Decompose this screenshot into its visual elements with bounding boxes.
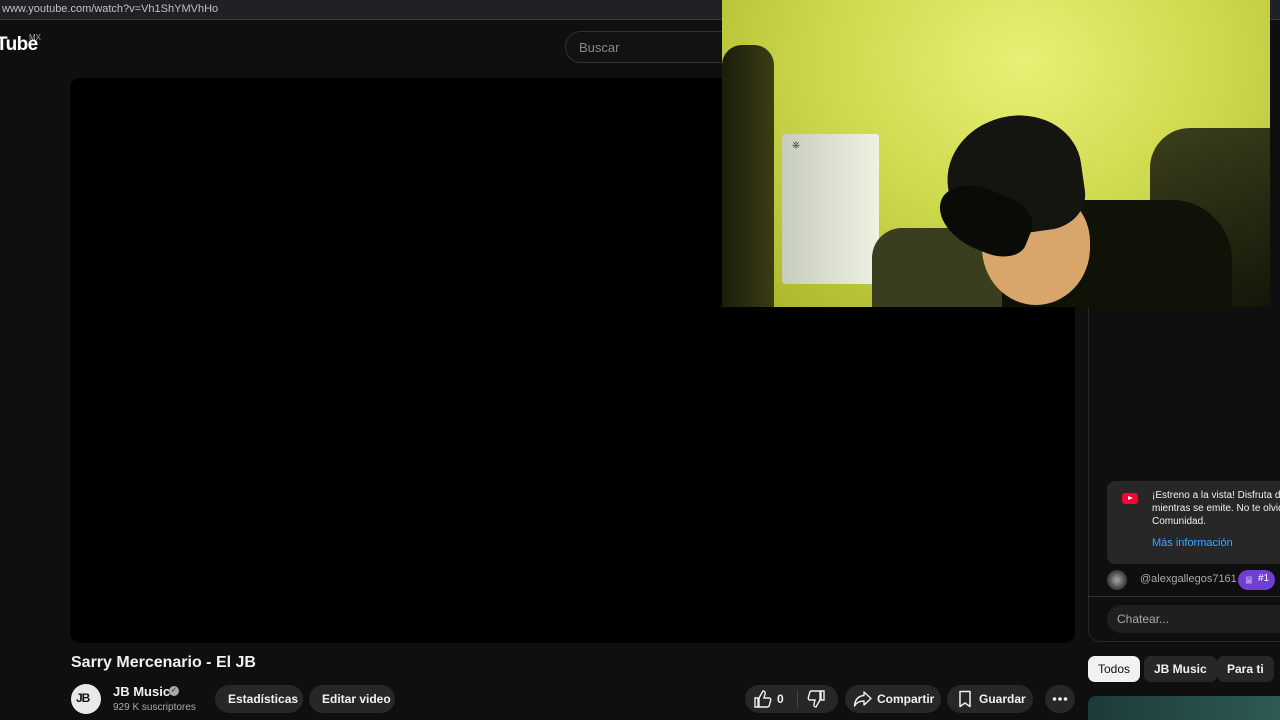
subscriber-count: 929 K suscriptores [113,702,196,713]
premiere-notice: ¡Estreno a la vista! Disfruta de mientra… [1107,481,1280,564]
channel-avatar[interactable]: JB [71,684,101,714]
chip-para-ti[interactable]: Para ti [1217,656,1274,682]
youtube-play-icon [1122,493,1138,504]
dislike-icon[interactable] [806,690,826,708]
chip-jb-music[interactable]: JB Music [1144,656,1217,682]
premiere-line-2: mientras se emite. No te olvid [1152,503,1280,514]
more-info-link[interactable]: Más información [1152,537,1233,549]
stats-button[interactable]: Estadísticas [215,685,303,713]
chat-author-name[interactable]: @alexgallegos7161 [1140,573,1237,585]
verified-check-icon: ✓ [169,686,179,696]
premiere-notice-text: ¡Estreno a la vista! Disfruta de mientra… [1152,489,1280,528]
chat-author-avatar[interactable] [1107,570,1127,590]
webcam-foreground-pole [722,45,774,307]
channel-avatar-text: JB [76,691,90,705]
chat-message[interactable]: @alexgallegos7161 ♕ #1 [1107,570,1280,590]
live-chat-panel [1088,307,1280,642]
bookmark-icon [959,690,971,708]
share-icon [853,691,872,707]
premiere-line-3: Comunidad. [1152,516,1206,527]
webcam-overlay: ⎈ [722,0,1270,307]
like-dislike-group: 0 [745,685,838,713]
recommendation-thumbnail[interactable] [1088,696,1280,720]
stats-button-label: Estadísticas [228,692,299,706]
more-actions-button[interactable] [1045,685,1075,713]
chat-input[interactable]: Chatear... [1107,605,1280,633]
more-horizontal-icon [1052,697,1068,701]
chip-todos[interactable]: Todos [1088,656,1141,682]
chat-divider [1088,596,1280,597]
webcam-game-console: ⎈ [782,134,879,284]
logo-region-code: MX [29,33,41,42]
share-button-label: Compartir [877,692,935,706]
like-icon[interactable] [753,690,773,708]
chat-rank-badge: ♕ #1 [1238,570,1276,590]
premiere-line-1: ¡Estreno a la vista! Disfruta de [1152,490,1280,501]
share-button[interactable]: Compartir [845,685,941,713]
console-logo-icon: ⎈ [792,140,800,151]
edit-video-button[interactable]: Editar video [309,685,395,713]
search-placeholder: Buscar [579,40,620,55]
save-button[interactable]: Guardar [947,685,1033,713]
video-title: Sarry Mercenario - El JB [71,654,256,671]
url-text[interactable]: www.youtube.com/watch?v=Vh1ShYMVhHo [2,3,218,15]
like-count: 0 [777,692,784,706]
channel-name[interactable]: JB Music [113,684,170,699]
crown-icon: ♕ [1244,575,1254,587]
like-divider [797,690,798,708]
chat-rank-text: #1 [1258,573,1270,584]
chat-input-placeholder: Chatear... [1117,612,1170,626]
save-button-label: Guardar [979,692,1026,706]
edit-video-button-label: Editar video [322,692,391,706]
